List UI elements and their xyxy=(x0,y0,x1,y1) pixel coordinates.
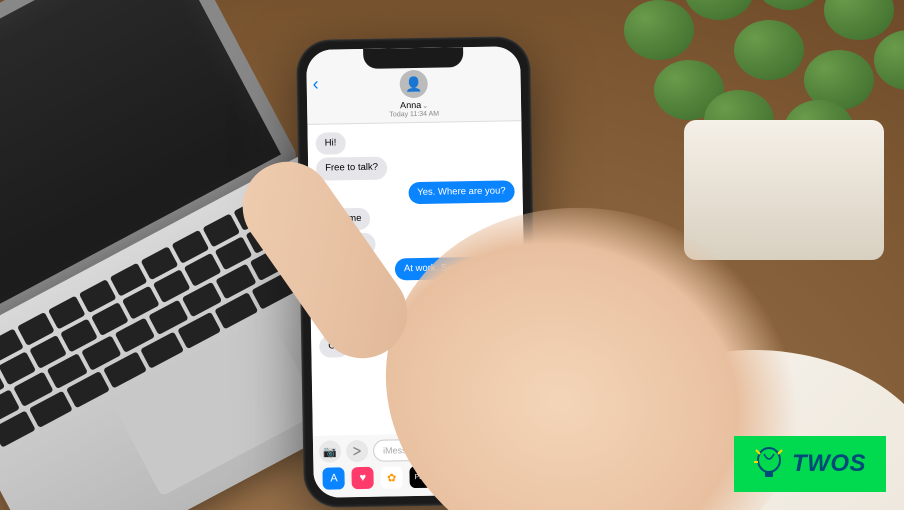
message-row: Hi! xyxy=(316,129,514,155)
composer-bar: 📷 ᐳ iMessage 🎤 A ♥ ✿ Pay ♪ ☺ ⋯ xyxy=(313,432,528,498)
app-tray: A ♥ ✿ Pay ♪ ☺ ⋯ xyxy=(319,464,521,490)
notch xyxy=(363,47,463,69)
incoming-bubble[interactable]: Hi! xyxy=(316,132,346,155)
app-photos-icon[interactable]: ✿ xyxy=(381,466,403,488)
message-row: At 7 o'clock in our cafe xyxy=(319,307,517,333)
incoming-bubble[interactable]: At home xyxy=(317,208,371,231)
outgoing-bubble[interactable]: Yes. Where are you? xyxy=(408,180,515,204)
app-more-icon[interactable]: ⋯ xyxy=(496,464,518,486)
brand-text: TWOS xyxy=(792,450,866,478)
message-input[interactable]: iMessage 🎤 xyxy=(373,437,521,462)
message-row: At work. See you today? xyxy=(318,256,516,282)
app-memoji-icon[interactable]: ☺ xyxy=(467,465,489,487)
message-row: Ok xyxy=(319,332,517,358)
message-row: Free to talk? xyxy=(316,155,514,181)
app-store-icon[interactable]: ᐳ xyxy=(346,440,368,462)
potted-plant xyxy=(604,0,904,260)
message-row: And you? xyxy=(317,231,515,257)
iphone-device: ‹ 👤 Anna⌄ Today 11:34 AM Hi!Free to talk… xyxy=(296,36,538,508)
chevron-down-icon: ⌄ xyxy=(422,103,428,110)
photo-scene: ‹ 👤 Anna⌄ Today 11:34 AM Hi!Free to talk… xyxy=(0,0,904,510)
conversation-thread[interactable]: Hi!Free to talk? Yes. Where are you? At ho… xyxy=(307,121,527,445)
camera-icon[interactable]: 📷 xyxy=(319,440,341,462)
message-row: Yes. When? xyxy=(318,281,516,307)
plant-pot xyxy=(684,120,884,260)
message-row: At home xyxy=(317,205,515,231)
input-placeholder: iMessage xyxy=(383,445,422,456)
incoming-bubble[interactable]: Free to talk? xyxy=(316,157,387,181)
phone-screen: ‹ 👤 Anna⌄ Today 11:34 AM Hi!Free to talk… xyxy=(306,46,528,498)
message-row: Yes. Where are you? xyxy=(316,180,514,206)
contact-name: Anna xyxy=(400,100,421,110)
app-apple-pay-icon[interactable]: Pay xyxy=(409,466,431,488)
app-store-icon[interactable]: A xyxy=(323,467,345,489)
app-love-icon[interactable]: ♥ xyxy=(352,467,374,489)
sticker-row: 👋 xyxy=(320,357,519,404)
wave-sticker[interactable]: 👋 xyxy=(474,357,519,402)
brand-badge: TWOS xyxy=(734,436,886,492)
incoming-bubble[interactable]: And you? xyxy=(317,233,376,256)
microphone-icon[interactable]: 🎤 xyxy=(499,443,512,454)
read-receipt: Read 11:38 AM xyxy=(320,403,518,413)
app-music-icon[interactable]: ♪ xyxy=(438,465,460,487)
outgoing-bubble[interactable]: At 7 o'clock in our cafe xyxy=(403,307,517,331)
incoming-bubble[interactable]: Ok xyxy=(319,335,350,358)
outgoing-bubble[interactable]: At work. See you today? xyxy=(395,256,516,280)
contact-avatar[interactable]: 👤 xyxy=(399,70,427,98)
back-button[interactable]: ‹ xyxy=(313,74,319,95)
incoming-bubble[interactable]: Yes. When? xyxy=(318,284,387,308)
lightbulb-icon xyxy=(754,446,784,482)
